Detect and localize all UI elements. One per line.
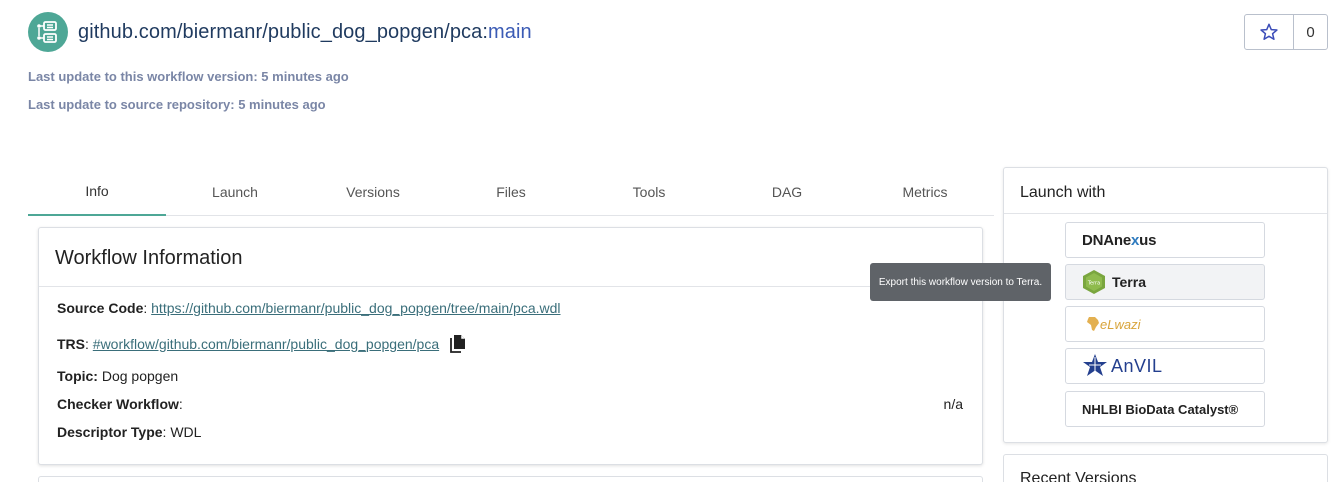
divider	[1004, 213, 1327, 214]
terra-export-tooltip: Export this workflow version to Terra.	[870, 263, 1051, 301]
anvil-label: AnVIL	[1111, 355, 1163, 376]
copy-icon[interactable]	[449, 334, 467, 354]
terra-logo-icon: Terra	[1083, 270, 1105, 294]
tab-files[interactable]: Files	[442, 168, 580, 216]
card-title: Workflow Information	[55, 247, 243, 269]
tab-launch[interactable]: Launch	[166, 168, 304, 216]
dnanexus-text-end: us	[1139, 231, 1157, 249]
source-code-link[interactable]: https://github.com/biermanr/public_dog_p…	[151, 300, 560, 316]
launch-anvil-button[interactable]: AnVIL	[1065, 348, 1265, 384]
page-header: github.com/biermanr/public_dog_popgen/pc…	[28, 12, 532, 52]
elwazi-logo-text: eLwazi	[1100, 316, 1141, 332]
star-count: 0	[1306, 23, 1315, 41]
descriptor-type-label: Descriptor Type	[57, 424, 163, 440]
tab-metrics[interactable]: Metrics	[856, 168, 994, 216]
colon: :	[143, 300, 152, 316]
terra-badge-text: Terra	[1087, 281, 1100, 287]
topic-value: Dog popgen	[101, 368, 179, 384]
launch-with-title: Launch with	[1020, 184, 1106, 201]
branch-name: main	[488, 20, 532, 43]
anvil-logo-icon	[1083, 354, 1107, 378]
workflow-last-update: Last update to this workflow version: 5 …	[28, 69, 349, 84]
checker-workflow-value: n/a	[943, 396, 963, 412]
checker-workflow-row: Checker Workflow:	[57, 396, 183, 412]
tab-tools[interactable]: Tools	[580, 168, 718, 216]
divider	[39, 286, 982, 287]
launch-with-panel: Launch with DNAnexus Terra Terra eLwazi …	[1003, 167, 1328, 443]
launch-elwazi-button[interactable]: eLwazi	[1065, 306, 1265, 342]
colon: :	[85, 336, 93, 352]
terra-label: Terra	[1112, 274, 1146, 290]
dnanexus-text-x: x	[1131, 231, 1140, 249]
descriptor-type-value: WDL	[170, 424, 202, 440]
dnanexus-text-start: DNAne	[1082, 231, 1132, 249]
launch-dnanexus-button[interactable]: DNAnexus	[1065, 222, 1265, 258]
colon: :	[178, 396, 183, 412]
nhlbi-label: NHLBI BioData Catalyst®	[1082, 401, 1239, 417]
checker-workflow-label: Checker Workflow	[57, 396, 179, 412]
star-button-group: 0	[1244, 14, 1328, 50]
descriptor-type-row: Descriptor Type: WDL	[57, 424, 201, 440]
tab-info[interactable]: Info	[28, 168, 166, 216]
workflow-icon	[28, 12, 68, 52]
star-button[interactable]	[1245, 15, 1294, 49]
trs-link[interactable]: #workflow/github.com/biermanr/public_dog…	[93, 336, 439, 352]
trs-label: TRS	[57, 336, 85, 352]
next-card	[38, 476, 983, 482]
dnanexus-logo: DNAnexus	[1082, 232, 1156, 249]
recent-versions-title: Recent Versions	[1020, 470, 1137, 482]
tab-bar: Info Launch Versions Files Tools DAG Met…	[28, 168, 994, 216]
source-code-label: Source Code	[57, 300, 144, 316]
topic-label: Topic:	[57, 368, 98, 384]
workflow-path: github.com/biermanr/public_dog_popgen/pc…	[78, 20, 489, 43]
source-code-row: Source Code: https://github.com/biermanr…	[57, 300, 561, 316]
star-icon	[1260, 23, 1278, 40]
launch-nhlbi-button[interactable]: NHLBI BioData Catalyst®	[1065, 391, 1265, 427]
tab-versions[interactable]: Versions	[304, 168, 442, 216]
launch-terra-button[interactable]: Terra Terra	[1065, 264, 1265, 300]
africa-map-icon	[1087, 317, 1099, 331]
recent-versions-panel: Recent Versions	[1003, 454, 1328, 482]
topic-row: Topic: Dog popgen	[57, 368, 178, 384]
page-title: github.com/biermanr/public_dog_popgen/pc…	[78, 21, 532, 44]
source-last-update: Last update to source repository: 5 minu…	[28, 97, 326, 112]
tab-dag[interactable]: DAG	[718, 168, 856, 216]
workflow-information-card: Workflow Information Source Code: https:…	[38, 227, 983, 465]
trs-row: TRS: #workflow/github.com/biermanr/publi…	[57, 334, 467, 354]
